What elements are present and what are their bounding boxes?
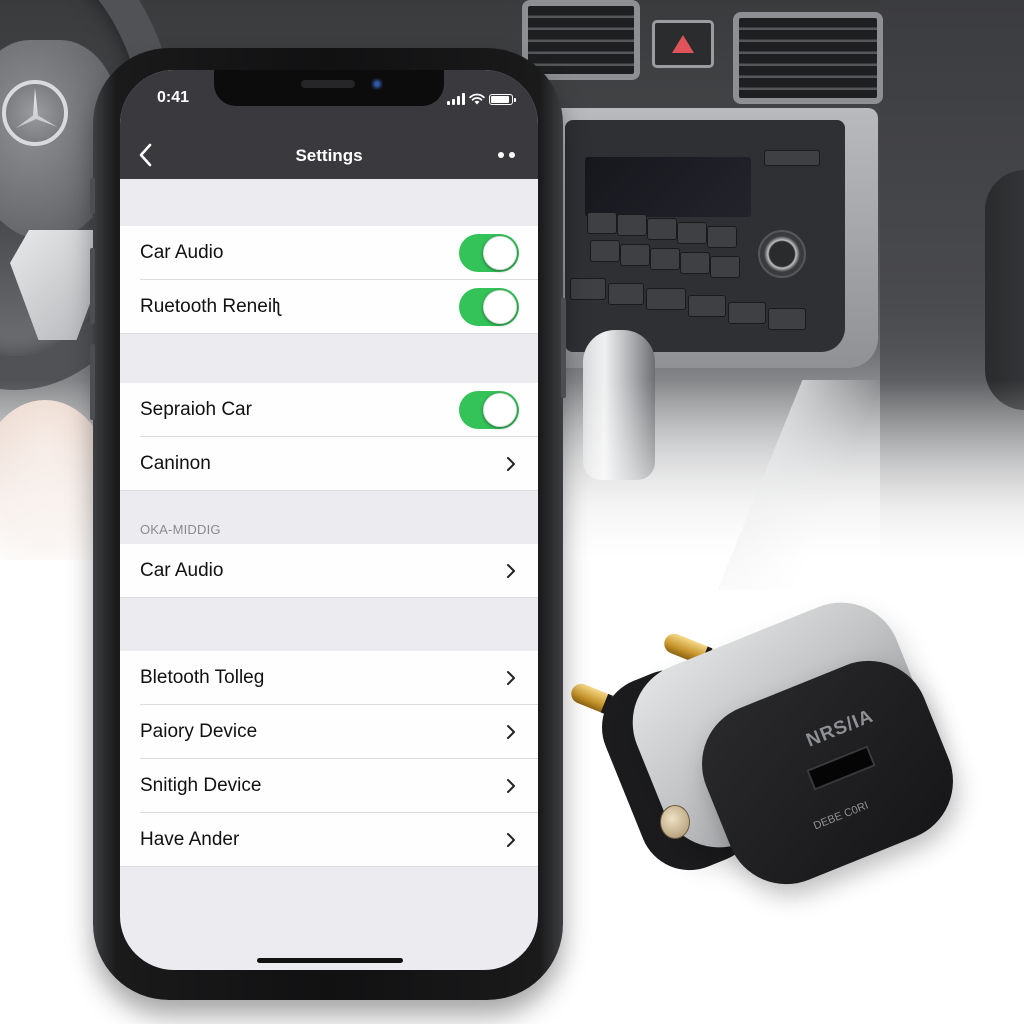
home-indicator[interactable]	[257, 958, 403, 963]
earpiece-speaker	[301, 80, 355, 88]
hazard-button	[652, 20, 714, 68]
car-audio-toggle[interactable]	[459, 234, 519, 272]
settings-row-car-audio[interactable]: Car Audio	[120, 226, 538, 280]
row-separator	[120, 866, 538, 867]
more-button[interactable]	[498, 152, 515, 158]
row-separator	[120, 333, 538, 334]
toggle-knob	[483, 393, 517, 427]
glovebox	[985, 170, 1024, 410]
radio-display	[585, 157, 751, 217]
settings-row-snitigh-device[interactable]: Snitigh Device	[120, 759, 538, 813]
radio-function-button	[680, 252, 710, 274]
more-dots-icon	[498, 152, 504, 158]
row-label: Have Ander	[140, 829, 240, 850]
radio-preset-button	[617, 214, 647, 236]
bluetooth-renewal-toggle[interactable]	[459, 288, 519, 326]
climate-button	[728, 302, 766, 324]
radio-preset-button	[677, 222, 707, 244]
front-camera	[371, 78, 383, 90]
row-separator	[120, 490, 538, 491]
air-vent-left	[522, 0, 640, 80]
row-label: Bletooth Tolleg	[140, 667, 265, 688]
chevron-right-icon	[507, 457, 515, 471]
volume-knob	[758, 230, 806, 278]
radio-function-button	[710, 256, 740, 278]
toggle-knob	[483, 236, 517, 270]
radio-preset-button	[587, 212, 617, 234]
settings-row-caninon[interactable]: Caninon	[120, 437, 538, 491]
settings-row-paiory-device[interactable]: Paiory Device	[120, 705, 538, 759]
row-label: Paiory Device	[140, 721, 258, 742]
climate-button	[688, 295, 726, 317]
row-label: Caninon	[140, 453, 211, 474]
radio-function-button	[620, 244, 650, 266]
adapter-power-button	[660, 805, 690, 839]
more-dots-icon	[509, 152, 515, 158]
page-title: Settings	[295, 146, 363, 165]
row-label: Ruetooth Reneilʅ	[140, 296, 281, 317]
wifi-icon	[469, 93, 485, 105]
mute-switch	[90, 178, 95, 214]
radio-function-button	[650, 248, 680, 270]
bluetooth-aux-adapter: NRS/IA DEBE C0RI	[560, 584, 980, 920]
settings-row-bluetooth-renewal[interactable]: Ruetooth Reneilʅ	[120, 280, 538, 334]
status-icons	[447, 91, 516, 105]
climate-button	[768, 308, 806, 330]
sepraioh-car-toggle[interactable]	[459, 391, 519, 429]
row-label: Car Audio	[140, 560, 224, 581]
settings-row-sepraioh-car[interactable]: Sepraioh Car	[120, 383, 538, 437]
radio-preset-button	[707, 226, 737, 248]
chevron-right-icon	[507, 671, 515, 685]
climate-button	[646, 288, 686, 310]
chevron-right-icon	[507, 779, 515, 793]
settings-row-bluetooth-toggle[interactable]: Bletooth Tolleg	[120, 651, 538, 705]
chevron-right-icon	[507, 725, 515, 739]
side-button	[561, 298, 566, 398]
chevron-right-icon	[507, 564, 515, 578]
radio-eject-button	[764, 150, 820, 166]
cellular-signal-icon	[447, 93, 465, 105]
settings-row-car-audio-2[interactable]: Car Audio	[120, 544, 538, 598]
radio-function-button	[590, 240, 620, 262]
air-vent-right	[733, 12, 883, 104]
status-time: 0:41	[157, 89, 190, 106]
volume-up-button	[90, 248, 95, 324]
climate-button	[570, 278, 606, 300]
row-label: Sepraioh Car	[140, 399, 252, 420]
radio-preset-button	[647, 218, 677, 240]
section-header: OKA-MIDDIG	[140, 522, 221, 537]
climate-button	[608, 283, 644, 305]
toggle-knob	[483, 290, 517, 324]
row-label: Car Audio	[140, 242, 224, 263]
settings-screen: 0:41 Settings Car Audio Ruetooth Reneilʅ…	[120, 70, 538, 970]
row-separator	[120, 597, 538, 598]
volume-down-button	[90, 344, 95, 420]
battery-icon	[489, 94, 516, 105]
phone-notch	[214, 70, 444, 106]
settings-row-have-ander[interactable]: Have Ander	[120, 813, 538, 867]
hazard-triangle-icon	[672, 35, 694, 53]
row-label: Snitigh Device	[140, 775, 262, 796]
chevron-right-icon	[507, 833, 515, 847]
